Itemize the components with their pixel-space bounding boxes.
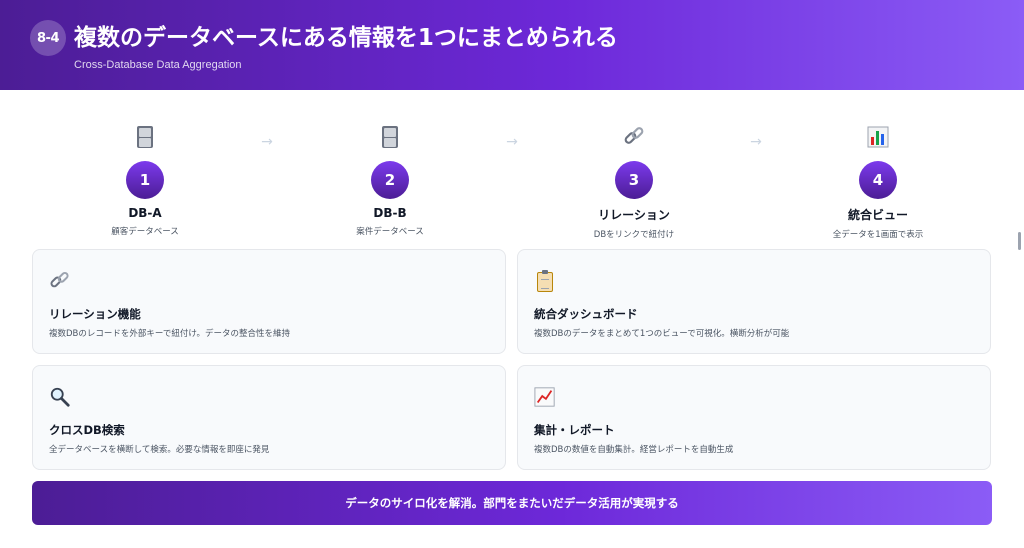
card-relation-feature: リレーション機能 複数DBのレコードを外部キーで紐付け。データの整合性を維持 [32,249,506,354]
section-badge: 8-4 [30,20,66,56]
magnifier-icon [49,386,71,408]
link-icon [622,124,646,150]
card-title: クロスDB検索 [49,423,125,437]
step-name: リレーション [598,208,670,222]
card-title: 統合ダッシュボード [534,307,638,321]
card-desc: 複数DBの数値を自動集計。経営レポートを自動生成 [534,445,734,455]
link-icon [49,270,71,292]
step-number: 2 [371,161,409,199]
step-number: 1 [126,161,164,199]
page-title: 複数のデータベースにある情報を1つにまとめられる [74,25,618,51]
card-desc: 複数DBのデータをまとめて1つのビューで可視化。横断分析が可能 [534,329,790,339]
step-desc: 全データを1画面で表示 [832,230,924,240]
summary-banner: データのサイロ化を解消。部門をまたいだデータ活用が実現する [32,481,992,525]
bar-chart-icon [866,124,890,150]
arrow-icon: → [506,134,518,150]
card-title: リレーション機能 [49,307,141,321]
step-desc: 顧客データベース [111,227,179,237]
card-title: 集計・レポート [534,423,615,437]
card-report: 集計・レポート 複数DBの数値を自動集計。経営レポートを自動生成 [517,365,991,470]
page-subtitle: Cross-Database Data Aggregation [74,59,242,71]
card-cross-db-search: クロスDB検索 全データベースを横断して検索。必要な情報を即座に発見 [32,365,506,470]
header: 8-4 複数のデータベースにある情報を1つにまとめられる Cross-Datab… [0,0,1024,90]
step-desc: DBをリンクで紐付け [593,230,675,240]
step-name: DB-B [373,206,407,220]
card-dashboard: 統合ダッシュボード 複数DBのデータをまとめて1つのビューで可視化。横断分析が可… [517,249,991,354]
step-number: 4 [859,161,897,199]
step-name: 統合ビュー [847,208,908,222]
step-desc: 案件データベース [356,227,424,237]
step-name: DB-A [128,206,162,220]
card-desc: 全データベースを横断して検索。必要な情報を即座に発見 [49,445,270,455]
step-unified-view: 4 統合ビュー 全データを1画面で表示 [778,124,978,240]
step-relation: 3 リレーション DBをリンクで紐付け [534,124,734,240]
step-db-a: 1 DB-A 顧客データベース [45,124,245,237]
arrow-icon: → [261,134,273,150]
card-desc: 複数DBのレコードを外部キーで紐付け。データの整合性を維持 [49,329,290,339]
step-db-b: 2 DB-B 案件データベース [290,124,490,237]
clipboard-icon [534,270,556,292]
scrollbar[interactable] [1018,232,1021,250]
step-number: 3 [615,161,653,199]
file-cabinet-icon [378,124,402,150]
arrow-icon: → [750,134,762,150]
line-chart-icon [534,386,556,408]
file-cabinet-icon [133,124,157,150]
